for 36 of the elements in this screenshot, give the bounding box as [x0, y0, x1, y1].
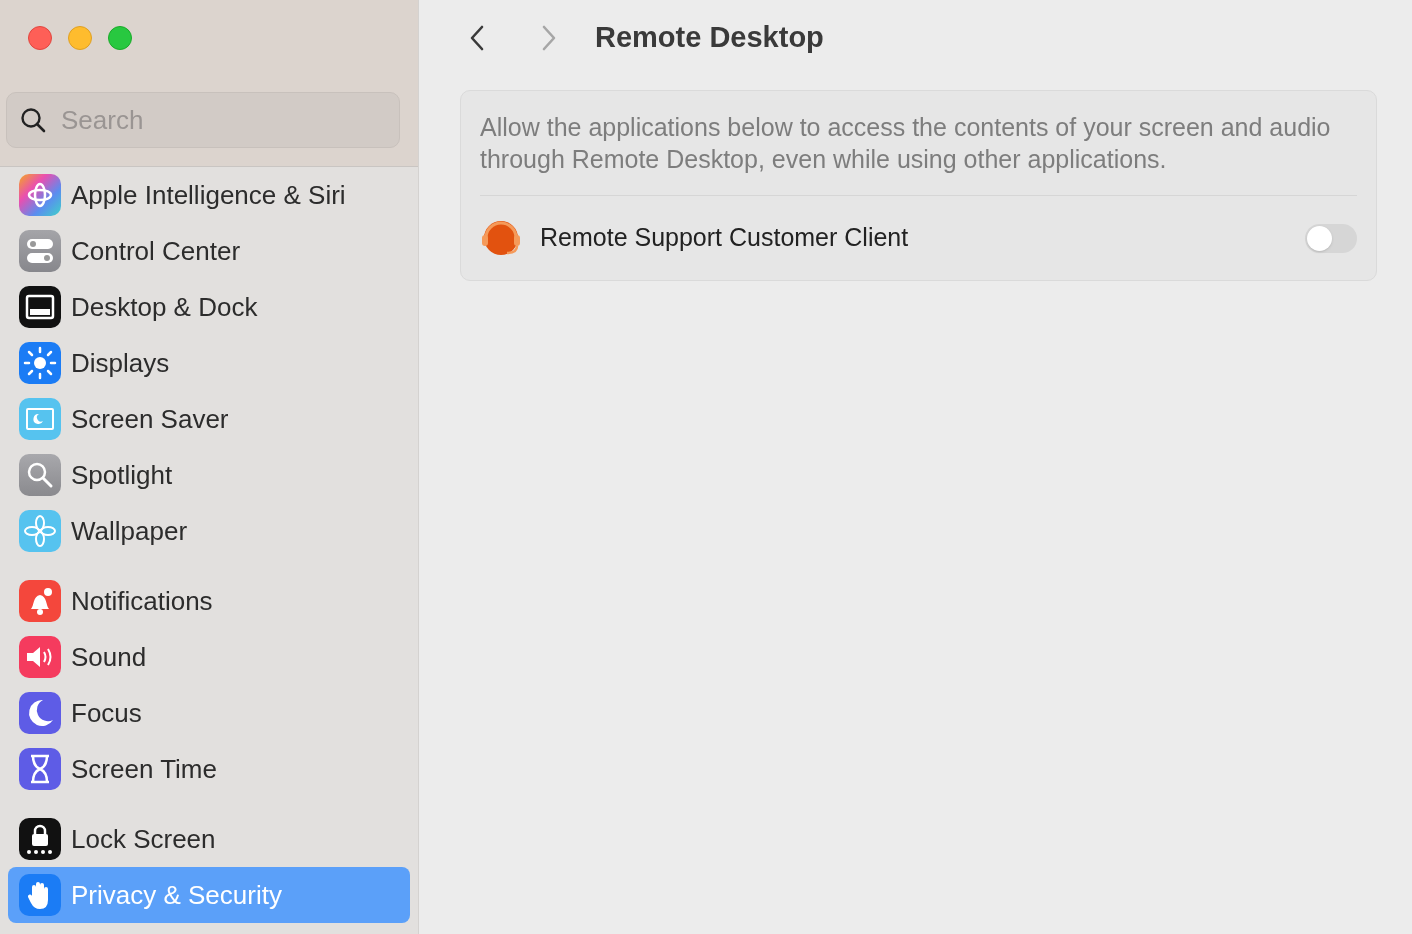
description-text: Allow the applications below to access the contents of your screen and audio through Remote Desktop, even while using other applications. [480, 91, 1357, 196]
close-button[interactable] [28, 26, 52, 50]
ai-icon [19, 174, 61, 216]
toggles-icon [19, 230, 61, 272]
sidebar-item[interactable]: Desktop & Dock [8, 279, 410, 335]
zoom-button[interactable] [108, 26, 132, 50]
toggle-switch[interactable] [1305, 223, 1357, 253]
flower-icon [19, 510, 61, 552]
sidebar-item[interactable]: Notifications [8, 573, 410, 629]
app-name: Remote Support Customer Client [540, 222, 909, 254]
dock-icon [19, 286, 61, 328]
minimize-button[interactable] [68, 26, 92, 50]
hourglass-icon [19, 748, 61, 790]
sun-icon [19, 342, 61, 384]
speaker-icon [19, 636, 61, 678]
search-field[interactable]: Search [6, 92, 400, 148]
lock-icon [19, 818, 61, 860]
search-icon [19, 106, 47, 134]
page-title: Remote Desktop [595, 20, 824, 56]
screen-icon [19, 398, 61, 440]
bell-icon [19, 580, 61, 622]
sidebar-item[interactable]: Apple Intelligence & Siri [8, 167, 410, 223]
sidebar-item[interactable]: Focus [8, 685, 410, 741]
sidebar-item[interactable]: Screen Saver [8, 391, 410, 447]
sidebar-item[interactable]: Sound [8, 629, 410, 685]
moon-icon [19, 692, 61, 734]
sidebar-item[interactable]: Lock Screen [8, 811, 410, 867]
chevron-right-icon [541, 24, 557, 52]
sidebar-item[interactable]: Screen Time [8, 741, 410, 797]
chevron-left-icon [469, 24, 485, 52]
sidebar-item[interactable]: Control Center [8, 223, 410, 279]
search-icon [19, 454, 61, 496]
hand-icon [19, 874, 61, 916]
sidebar-item[interactable]: Wallpaper [8, 503, 410, 559]
sidebar-item[interactable]: Spotlight [8, 447, 410, 503]
sidebar-item[interactable]: Displays [8, 335, 410, 391]
